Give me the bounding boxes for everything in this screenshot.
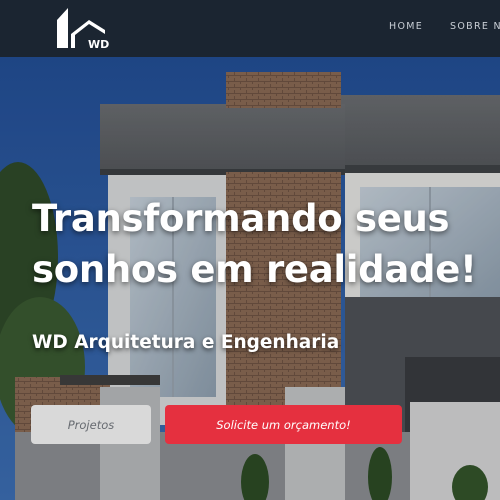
projetos-button[interactable]: Projetos — [31, 405, 151, 444]
nav-sobre-nos-link[interactable]: SOBRE NÓS — [450, 21, 500, 32]
navbar: WD HOME SOBRE NÓS — [0, 0, 500, 57]
nav-links: HOME SOBRE NÓS — [389, 21, 500, 32]
nav-home-link[interactable]: HOME — [389, 21, 423, 32]
logo-text: WD — [88, 38, 109, 50]
hero-title-line2: sonhos em realidade! — [32, 248, 477, 291]
hero-title-line1: Transformando seus — [32, 197, 450, 240]
hero-title: Transformando seus sonhos em realidade! — [32, 193, 492, 295]
hero-section: Transformando seus sonhos em realidade! … — [0, 57, 500, 500]
hero-subtitle: WD Arquitetura e Engenharia — [32, 332, 340, 353]
wd-logo[interactable]: WD — [55, 6, 111, 51]
request-quote-button[interactable]: Solicite um orçamento! — [165, 405, 402, 444]
